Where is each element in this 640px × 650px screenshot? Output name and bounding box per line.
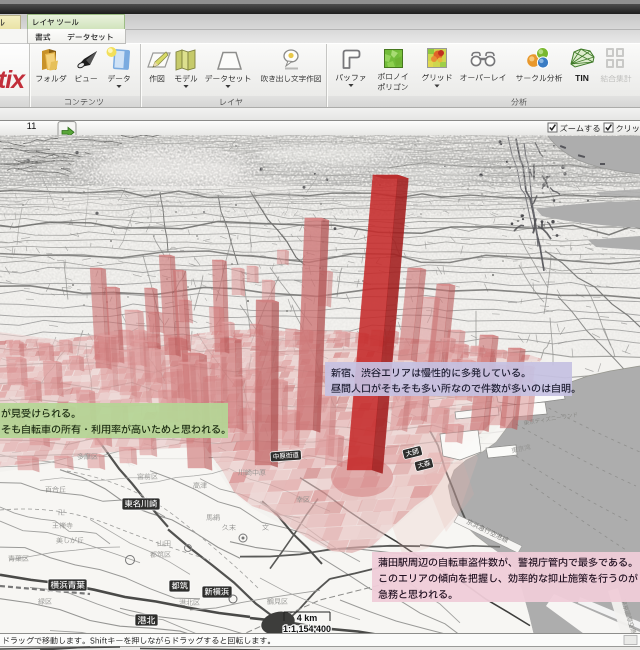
svg-text:1:1,154,400: 1:1,154,400 <box>283 624 331 634</box>
svg-text:11: 11 <box>27 121 37 132</box>
svg-text:TIN: TIN <box>575 73 589 83</box>
svg-text:4 km: 4 km <box>297 613 318 623</box>
